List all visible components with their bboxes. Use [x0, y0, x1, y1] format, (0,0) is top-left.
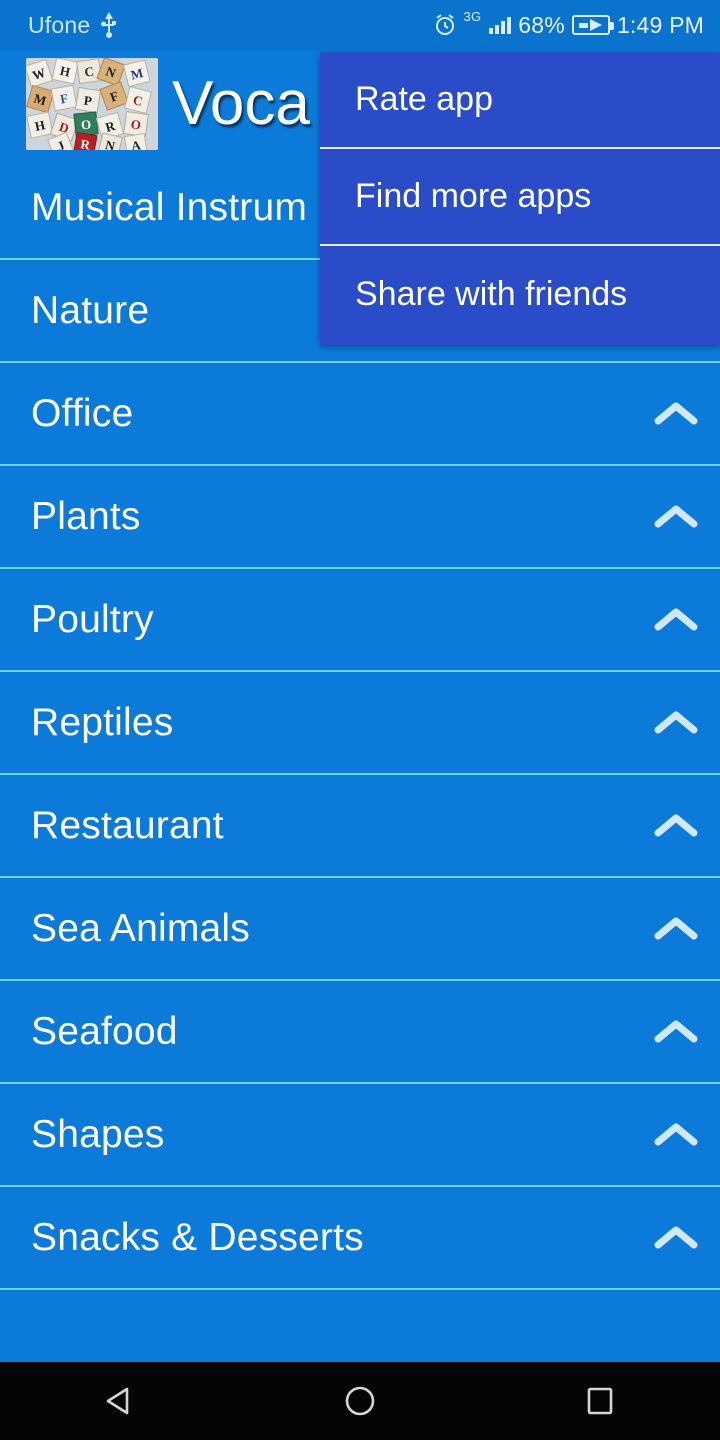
chevron-up-icon[interactable]	[647, 703, 705, 743]
overflow-menu[interactable]: Rate app Find more apps Share with frien…	[320, 52, 720, 345]
list-item[interactable]: Snacks & Desserts	[0, 1187, 720, 1290]
menu-item-label: Find more apps	[355, 177, 592, 215]
battery-charging-icon	[571, 15, 614, 35]
chevron-up-icon[interactable]	[647, 394, 705, 434]
back-triangle-icon[interactable]	[80, 1362, 160, 1440]
battery-percent-label: 68%	[518, 11, 565, 38]
home-circle-icon[interactable]	[320, 1362, 400, 1440]
menu-item-label: Share with friends	[355, 275, 628, 313]
list-item-label: Office	[31, 391, 134, 435]
list-item-label: Restaurant	[31, 803, 224, 847]
chevron-up-icon[interactable]	[647, 1012, 705, 1052]
phone-screen: Ufone 3G 68% 1:49 PM W H C N M M F P F C…	[0, 0, 720, 1440]
network-type-label: 3G	[463, 8, 482, 24]
menu-item-share-with-friends[interactable]: Share with friends	[320, 246, 720, 343]
list-item[interactable]: Poultry	[0, 569, 720, 672]
letter-dice-logo: W H C N M M F P F C H D O R R O J N A	[26, 57, 158, 150]
list-item-label: Shapes	[31, 1112, 165, 1156]
chevron-up-icon[interactable]	[647, 909, 705, 949]
chevron-up-icon[interactable]	[647, 497, 705, 537]
svg-text:O: O	[130, 116, 142, 132]
list-item-label: Sea Animals	[31, 906, 250, 950]
list-item-label: Poultry	[31, 597, 154, 641]
recents-square-icon[interactable]	[560, 1362, 640, 1440]
menu-item-find-more-apps[interactable]: Find more apps	[320, 149, 720, 246]
list-item[interactable]: Plants	[0, 466, 720, 569]
list-item[interactable]: Seafood	[0, 981, 720, 1084]
signal-bars-icon	[489, 16, 512, 34]
svg-text:O: O	[80, 116, 92, 132]
list-item-label: Nature	[31, 288, 150, 332]
list-item[interactable]: Sea Animals	[0, 878, 720, 981]
list-item-label: Snacks & Desserts	[31, 1215, 364, 1259]
list-item-label: Seafood	[31, 1009, 178, 1053]
status-bar-left: Ufone	[28, 12, 117, 39]
clock-label: 1:49 PM	[616, 11, 704, 38]
list-item[interactable]: Shapes	[0, 1084, 720, 1187]
menu-item-label: Rate app	[355, 80, 493, 118]
list-item[interactable]: Office	[0, 363, 720, 466]
list-bottom-spacer	[0, 1290, 720, 1368]
usb-icon	[101, 12, 117, 38]
carrier-label: Ufone	[28, 11, 91, 38]
chevron-up-icon[interactable]	[647, 1115, 705, 1155]
list-item-label: Musical Instrum	[31, 185, 308, 229]
list-item[interactable]: Reptiles	[0, 672, 720, 775]
menu-item-rate-app[interactable]: Rate app	[320, 52, 720, 149]
chevron-up-icon[interactable]	[647, 600, 705, 640]
list-item-label: Plants	[31, 494, 141, 538]
status-bar: Ufone 3G 68% 1:49 PM	[0, 0, 720, 50]
list-item[interactable]: Restaurant	[0, 775, 720, 878]
chevron-up-icon[interactable]	[647, 1218, 705, 1258]
alarm-clock-icon	[433, 13, 457, 37]
app-title: Voca	[172, 68, 310, 138]
list-item-label: Reptiles	[31, 700, 174, 744]
status-bar-right: 3G 68% 1:49 PM	[433, 8, 704, 39]
android-navigation-bar	[0, 1362, 720, 1440]
chevron-up-icon[interactable]	[647, 806, 705, 846]
